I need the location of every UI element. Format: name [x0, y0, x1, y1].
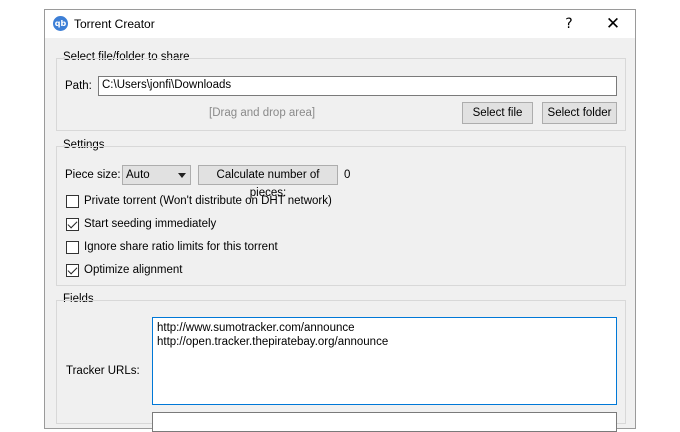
path-input[interactable]: C:\Users\jonfi\Downloads — [98, 76, 617, 96]
share-group: Path: C:\Users\jonfi\Downloads [Drag and… — [56, 58, 626, 131]
private-torrent-label: Private torrent (Won't distribute on DHT… — [84, 195, 332, 207]
private-torrent-checkbox[interactable] — [66, 195, 79, 208]
help-button[interactable]: ? — [547, 10, 591, 38]
ignore-ratio-checkbox[interactable] — [66, 241, 79, 254]
select-file-button[interactable]: Select file — [462, 102, 533, 124]
qbittorrent-logo-icon: qb — [53, 16, 68, 31]
title-bar: qb Torrent Creator ? ✕ — [45, 10, 635, 38]
close-button[interactable]: ✕ — [591, 10, 635, 38]
fields-group: Tracker URLs: http://www.sumotracker.com… — [56, 300, 626, 432]
pieces-count: 0 — [344, 169, 351, 181]
calculate-pieces-button[interactable]: Calculate number of pieces: — [198, 165, 338, 199]
piece-size-dropdown[interactable]: Auto — [122, 165, 191, 185]
tracker-urls-textarea[interactable]: http://www.sumotracker.com/announce http… — [152, 317, 617, 405]
ignore-ratio-label: Ignore share ratio limits for this torre… — [84, 241, 278, 253]
path-label: Path: — [65, 80, 92, 92]
tracker-urls-label: Tracker URLs: — [66, 365, 140, 377]
settings-group: Piece size: Auto Calculate number of pie… — [56, 146, 626, 286]
start-seeding-checkbox[interactable] — [66, 218, 79, 231]
window-title: Torrent Creator — [74, 17, 155, 31]
chevron-down-icon — [178, 173, 186, 178]
web-seeds-textarea[interactable] — [152, 412, 617, 432]
select-folder-button[interactable]: Select folder — [542, 102, 617, 124]
piece-size-value: Auto — [126, 169, 150, 181]
optimize-alignment-label: Optimize alignment — [84, 264, 183, 276]
piece-size-label: Piece size: — [65, 169, 121, 181]
drag-drop-area[interactable]: [Drag and drop area] — [209, 107, 315, 119]
optimize-alignment-checkbox[interactable] — [66, 264, 79, 277]
start-seeding-label: Start seeding immediately — [84, 218, 217, 230]
torrent-creator-dialog: qb Torrent Creator ? ✕ Select file/folde… — [44, 9, 636, 432]
